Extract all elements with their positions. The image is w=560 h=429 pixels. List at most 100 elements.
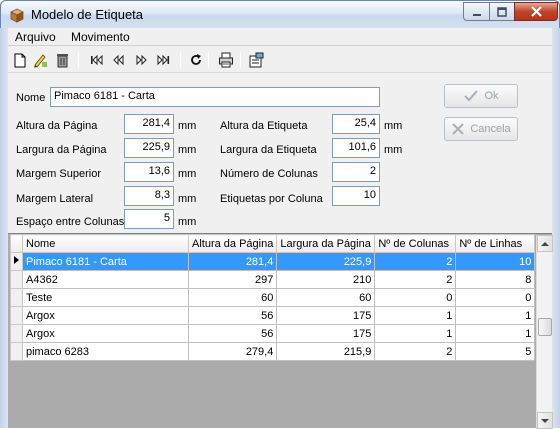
column-header-nome[interactable]: Nome: [22, 234, 189, 253]
cell-altura[interactable]: 297: [187, 270, 278, 289]
table-row[interactable]: Argox 56 175 1 1: [10, 324, 536, 343]
altura-etiqueta-label: Altura da Etiqueta: [220, 120, 308, 132]
records-table: Nome Altura da Página Largura da Página …: [10, 234, 536, 361]
table-row[interactable]: Pimaco 6181 - Carta 281,4 225,9 2 10: [10, 252, 536, 271]
minimize-button[interactable]: [463, 2, 490, 21]
cell-largura[interactable]: 175: [276, 324, 376, 343]
window-border-left: [0, 28, 8, 428]
cell-colunas[interactable]: 2: [374, 270, 457, 289]
menu-movimento[interactable]: Movimento: [71, 30, 130, 44]
column-header-altura[interactable]: Altura da Página: [187, 234, 278, 253]
cell-colunas[interactable]: 1: [374, 306, 457, 325]
scroll-down-icon: [541, 418, 549, 423]
unit-label: mm: [178, 216, 197, 228]
unit-label: mm: [384, 120, 403, 132]
maximize-button[interactable]: [489, 2, 515, 21]
check-icon: [464, 90, 479, 102]
cell-colunas[interactable]: 2: [374, 342, 457, 361]
cell-altura[interactable]: 279,4: [187, 342, 278, 361]
cell-nome[interactable]: Teste: [22, 288, 189, 307]
largura-pagina-field[interactable]: 225,9: [124, 138, 174, 158]
largura-pagina-label: Largura da Página: [16, 144, 107, 156]
table-row[interactable]: A4362 297 210 2 8: [10, 270, 536, 289]
column-header-colunas[interactable]: Nº de Colunas: [374, 234, 457, 253]
window-title: Modelo de Etiqueta: [31, 7, 144, 22]
print-icon[interactable]: [216, 51, 236, 69]
scroll-up-button[interactable]: [537, 235, 553, 252]
ok-button[interactable]: Ok: [444, 84, 518, 108]
cell-altura[interactable]: 56: [187, 306, 278, 325]
current-row-arrow-icon: [14, 256, 19, 264]
edit-pencil-icon[interactable]: [30, 51, 50, 69]
cell-colunas[interactable]: 2: [374, 252, 457, 271]
cell-nome[interactable]: A4362: [22, 270, 189, 289]
ok-label: Ok: [484, 90, 499, 102]
cell-nome[interactable]: Argox: [22, 306, 189, 325]
cell-linhas[interactable]: 8: [455, 270, 536, 289]
toolbar: [8, 47, 552, 73]
properties-icon[interactable]: [246, 51, 266, 69]
title-bar[interactable]: Modelo de Etiqueta: [0, 0, 560, 28]
row-indicator: [10, 306, 23, 325]
cell-largura[interactable]: 175: [276, 306, 376, 325]
refresh-icon[interactable]: [186, 51, 206, 69]
cell-colunas[interactable]: 1: [374, 324, 457, 343]
etiquetas-coluna-field[interactable]: 10: [332, 186, 380, 206]
cell-nome[interactable]: pimaco 6283: [22, 342, 189, 361]
menu-arquivo[interactable]: Arquivo: [15, 30, 56, 44]
cell-altura[interactable]: 281,4: [187, 252, 278, 271]
next-record-icon[interactable]: [131, 51, 151, 69]
toolbar-separator: [208, 52, 209, 68]
table-row[interactable]: Teste 60 60 0 0: [10, 288, 536, 307]
cell-largura[interactable]: 210: [276, 270, 376, 289]
margem-superior-label: Margem Superior: [16, 168, 101, 180]
scroll-thumb[interactable]: [538, 318, 552, 336]
new-document-icon[interactable]: [10, 51, 30, 69]
column-header-largura[interactable]: Largura da Página: [276, 234, 376, 253]
cell-nome[interactable]: Pimaco 6181 - Carta: [22, 252, 189, 271]
unit-label: mm: [178, 144, 197, 156]
cell-altura[interactable]: 56: [187, 324, 278, 343]
cell-linhas[interactable]: 0: [455, 288, 536, 307]
close-icon: [530, 6, 542, 17]
cell-largura[interactable]: 60: [276, 288, 376, 307]
num-colunas-field[interactable]: 2: [332, 162, 380, 182]
cell-linhas[interactable]: 5: [455, 342, 536, 361]
cell-largura[interactable]: 215,9: [276, 342, 376, 361]
altura-pagina-field[interactable]: 281,4: [124, 114, 174, 134]
last-record-icon[interactable]: [153, 51, 173, 69]
vertical-scrollbar[interactable]: [536, 235, 553, 429]
altura-etiqueta-field[interactable]: 25,4: [332, 114, 380, 134]
previous-record-icon[interactable]: [109, 51, 129, 69]
delete-trash-icon[interactable]: [52, 51, 72, 69]
column-header-linhas[interactable]: Nº de Linhas: [455, 234, 536, 253]
close-button[interactable]: [514, 2, 558, 21]
scroll-down-button[interactable]: [537, 412, 553, 429]
current-row-indicator: [10, 252, 23, 271]
cell-colunas[interactable]: 0: [374, 288, 457, 307]
cell-largura[interactable]: 225,9: [276, 252, 376, 271]
first-record-icon[interactable]: [87, 51, 107, 69]
app-window: Modelo de Etiqueta Arquivo Movimento Nom…: [0, 0, 560, 429]
cell-linhas[interactable]: 1: [455, 306, 536, 325]
row-indicator: [10, 324, 23, 343]
table-row[interactable]: Argox 56 175 1 1: [10, 306, 536, 325]
cell-linhas[interactable]: 10: [455, 252, 536, 271]
altura-pagina-label: Altura da Página: [16, 120, 98, 132]
cancela-button[interactable]: Cancela: [444, 117, 518, 141]
row-indicator: [10, 342, 23, 361]
toolbar-separator: [180, 52, 181, 68]
margem-lateral-field[interactable]: 8,3: [124, 186, 174, 206]
nome-label: Nome: [16, 92, 46, 104]
cell-nome[interactable]: Argox: [22, 324, 189, 343]
cell-altura[interactable]: 60: [187, 288, 278, 307]
espaco-colunas-field[interactable]: 5: [124, 209, 174, 229]
nome-field[interactable]: Pimaco 6181 - Carta: [50, 87, 380, 107]
table-row[interactable]: pimaco 6283 279,4 215,9 2 5: [10, 342, 536, 361]
unit-label: mm: [384, 144, 403, 156]
row-indicator: [10, 288, 23, 307]
margem-superior-field[interactable]: 13,6: [124, 162, 174, 182]
largura-etiqueta-field[interactable]: 101,6: [332, 138, 380, 158]
cell-linhas[interactable]: 1: [455, 324, 536, 343]
cancela-label: Cancela: [470, 123, 511, 135]
